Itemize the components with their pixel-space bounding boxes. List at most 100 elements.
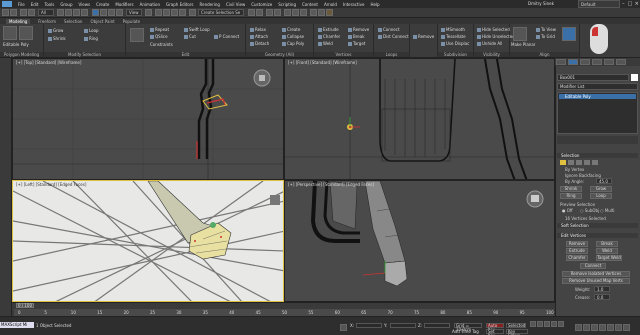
ring-button[interactable]: Ring xyxy=(84,36,98,41)
viewport-front-label[interactable]: [+] [Front] [Standard] [Wireframe] xyxy=(288,60,357,65)
extrude-button[interactable]: Extrude xyxy=(318,27,339,32)
pan-icon[interactable] xyxy=(599,324,606,331)
ring-selection-button[interactable]: Ring xyxy=(560,193,582,199)
preview-multi-radio[interactable]: ○ Multi xyxy=(600,208,615,213)
remove-vertex-button[interactable]: Remove xyxy=(566,241,588,247)
rotate-icon[interactable] xyxy=(100,9,107,16)
target-weld-vertex-button[interactable]: Target Weld xyxy=(596,255,622,261)
close-icon[interactable]: × xyxy=(633,0,640,8)
percent-snap-icon[interactable] xyxy=(171,9,178,16)
selected-dropdown[interactable]: Selected xyxy=(506,323,526,328)
element-subobject-icon[interactable] xyxy=(592,160,598,165)
scale-icon[interactable] xyxy=(108,9,115,16)
zoom-extents-icon[interactable] xyxy=(591,324,598,331)
preserve-uvs-icon[interactable] xyxy=(130,28,144,42)
viewport-perspective-label[interactable]: [+] [Perspective] [Standard] [Edged Face… xyxy=(288,182,374,187)
menu-edit[interactable]: Edit xyxy=(31,2,39,7)
orbit-icon[interactable] xyxy=(607,324,614,331)
menu-arnold[interactable]: Arnold xyxy=(324,2,337,7)
scene-explorer-icon[interactable] xyxy=(266,9,273,16)
auto-key-button[interactable]: Auto Key xyxy=(486,323,504,332)
maximize-viewport-icon[interactable] xyxy=(623,324,630,331)
spinner-snap-icon[interactable] xyxy=(179,9,186,16)
relax-button[interactable]: Relax xyxy=(250,27,266,32)
viewport-top-label[interactable]: [+] [Top] [Standard] [Wireframe] xyxy=(16,60,81,65)
create-button[interactable]: Create xyxy=(282,27,300,32)
modify-tab-icon[interactable] xyxy=(568,59,578,65)
weld-vertex-button[interactable]: Weld xyxy=(596,248,618,254)
link-icon[interactable] xyxy=(20,9,27,16)
add-time-tag-button[interactable]: Add Time Tag xyxy=(452,329,479,334)
rendered-frame-window-icon[interactable] xyxy=(318,9,325,16)
schematic-view-icon[interactable] xyxy=(292,9,299,16)
window-crossing-icon[interactable] xyxy=(81,9,88,16)
set-key-button[interactable]: Set Key xyxy=(486,329,504,335)
msmooth-button[interactable]: MSmooth xyxy=(441,27,465,32)
key-filters-button[interactable]: Key Filters... xyxy=(506,329,528,335)
menu-tools[interactable]: Tools xyxy=(44,2,54,7)
menu-group[interactable]: Group xyxy=(60,2,72,7)
unhide-all-button[interactable]: Unhide All xyxy=(477,41,502,46)
modifier-list-dropdown[interactable]: Modifier List xyxy=(557,83,638,90)
cap-poly-button[interactable]: Cap Poly xyxy=(282,41,304,46)
render-production-icon[interactable] xyxy=(326,9,333,16)
soft-selection-rollout-header[interactable]: Soft Selection xyxy=(557,223,638,228)
select-by-name-icon[interactable] xyxy=(65,9,72,16)
next-frame-icon[interactable] xyxy=(551,321,557,327)
chamfer-button[interactable]: Chamfer xyxy=(318,34,340,39)
vertex-mode-icon[interactable] xyxy=(3,26,17,40)
angle-snap-icon[interactable] xyxy=(163,9,170,16)
named-selection-sets-dropdown[interactable]: Create Selection Se xyxy=(198,9,244,16)
hide-selected-button[interactable]: Hide Selected xyxy=(477,27,510,32)
menu-content[interactable]: Content xyxy=(302,2,318,7)
dist-connect-button[interactable]: Dist Connect xyxy=(378,34,409,39)
menu-help[interactable]: Help xyxy=(370,2,379,7)
align-icon[interactable] xyxy=(256,9,263,16)
to-grid-button[interactable]: To Grid xyxy=(536,34,555,39)
connect-vertex-button[interactable]: Connect xyxy=(580,263,606,269)
vertex-subobject-icon[interactable] xyxy=(560,160,566,165)
snaps-toggle-icon[interactable] xyxy=(155,9,162,16)
chamfer-vertex-button[interactable]: Chamfer xyxy=(566,255,588,261)
menu-rendering[interactable]: Rendering xyxy=(200,2,220,7)
undo-icon[interactable] xyxy=(2,9,9,16)
remove-loop-button[interactable]: Remove xyxy=(413,34,434,39)
selection-rollout-header[interactable]: Selection xyxy=(557,153,638,158)
crease-spinner[interactable]: 0.0 xyxy=(594,294,610,300)
utilities-tab-icon[interactable] xyxy=(616,59,626,65)
curve-editor-icon[interactable] xyxy=(284,9,291,16)
z-coordinate-field[interactable] xyxy=(424,323,450,328)
previous-frame-icon[interactable] xyxy=(537,321,543,327)
display-tab-icon[interactable] xyxy=(604,59,614,65)
target-weld-button[interactable]: Target xyxy=(348,41,365,46)
preview-off-radio[interactable]: ● Off xyxy=(562,208,573,213)
zoom-all-icon[interactable] xyxy=(583,324,590,331)
repeat-button[interactable]: Repeat xyxy=(150,27,169,32)
menu-create[interactable]: Create xyxy=(96,2,109,7)
tab-object-paint[interactable]: Object Paint xyxy=(90,19,114,24)
edge-mode-icon[interactable] xyxy=(19,26,33,40)
properties-icon[interactable] xyxy=(562,27,576,41)
tab-freeform[interactable]: Freeform xyxy=(38,19,56,24)
constraints-button[interactable]: Constraints xyxy=(150,42,173,47)
shrink-selection-button[interactable]: Shrink xyxy=(560,186,582,192)
selection-filter-dropdown[interactable]: All xyxy=(38,9,54,16)
p-connect-button[interactable]: P Connect xyxy=(214,34,239,39)
editable-poly-label[interactable]: Editable Poly xyxy=(3,42,29,47)
maxscript-listener[interactable]: MAXScript Mi xyxy=(0,322,34,328)
menu-graph-editors[interactable]: Graph Editors xyxy=(166,2,193,7)
cut-button[interactable]: Cut xyxy=(184,34,196,39)
break-vertex-button[interactable]: Break xyxy=(596,241,618,247)
collapse-button[interactable]: Collapse xyxy=(282,34,304,39)
go-to-start-icon[interactable] xyxy=(530,321,536,327)
connect-button[interactable]: Connect xyxy=(378,27,400,32)
attach-button[interactable]: Attach xyxy=(250,34,268,39)
tab-modeling[interactable]: Modeling xyxy=(6,18,31,24)
menu-scripting[interactable]: Scripting xyxy=(278,2,296,7)
shrink-button[interactable]: Shrink xyxy=(48,36,66,41)
menu-interactive[interactable]: Interactive xyxy=(343,2,365,7)
edit-vertices-rollout-header[interactable]: Edit Vertices xyxy=(557,233,638,238)
by-angle-checkbox[interactable]: By Angle: xyxy=(565,179,584,184)
redo-icon[interactable] xyxy=(10,9,17,16)
layer-explorer-icon[interactable] xyxy=(274,9,281,16)
